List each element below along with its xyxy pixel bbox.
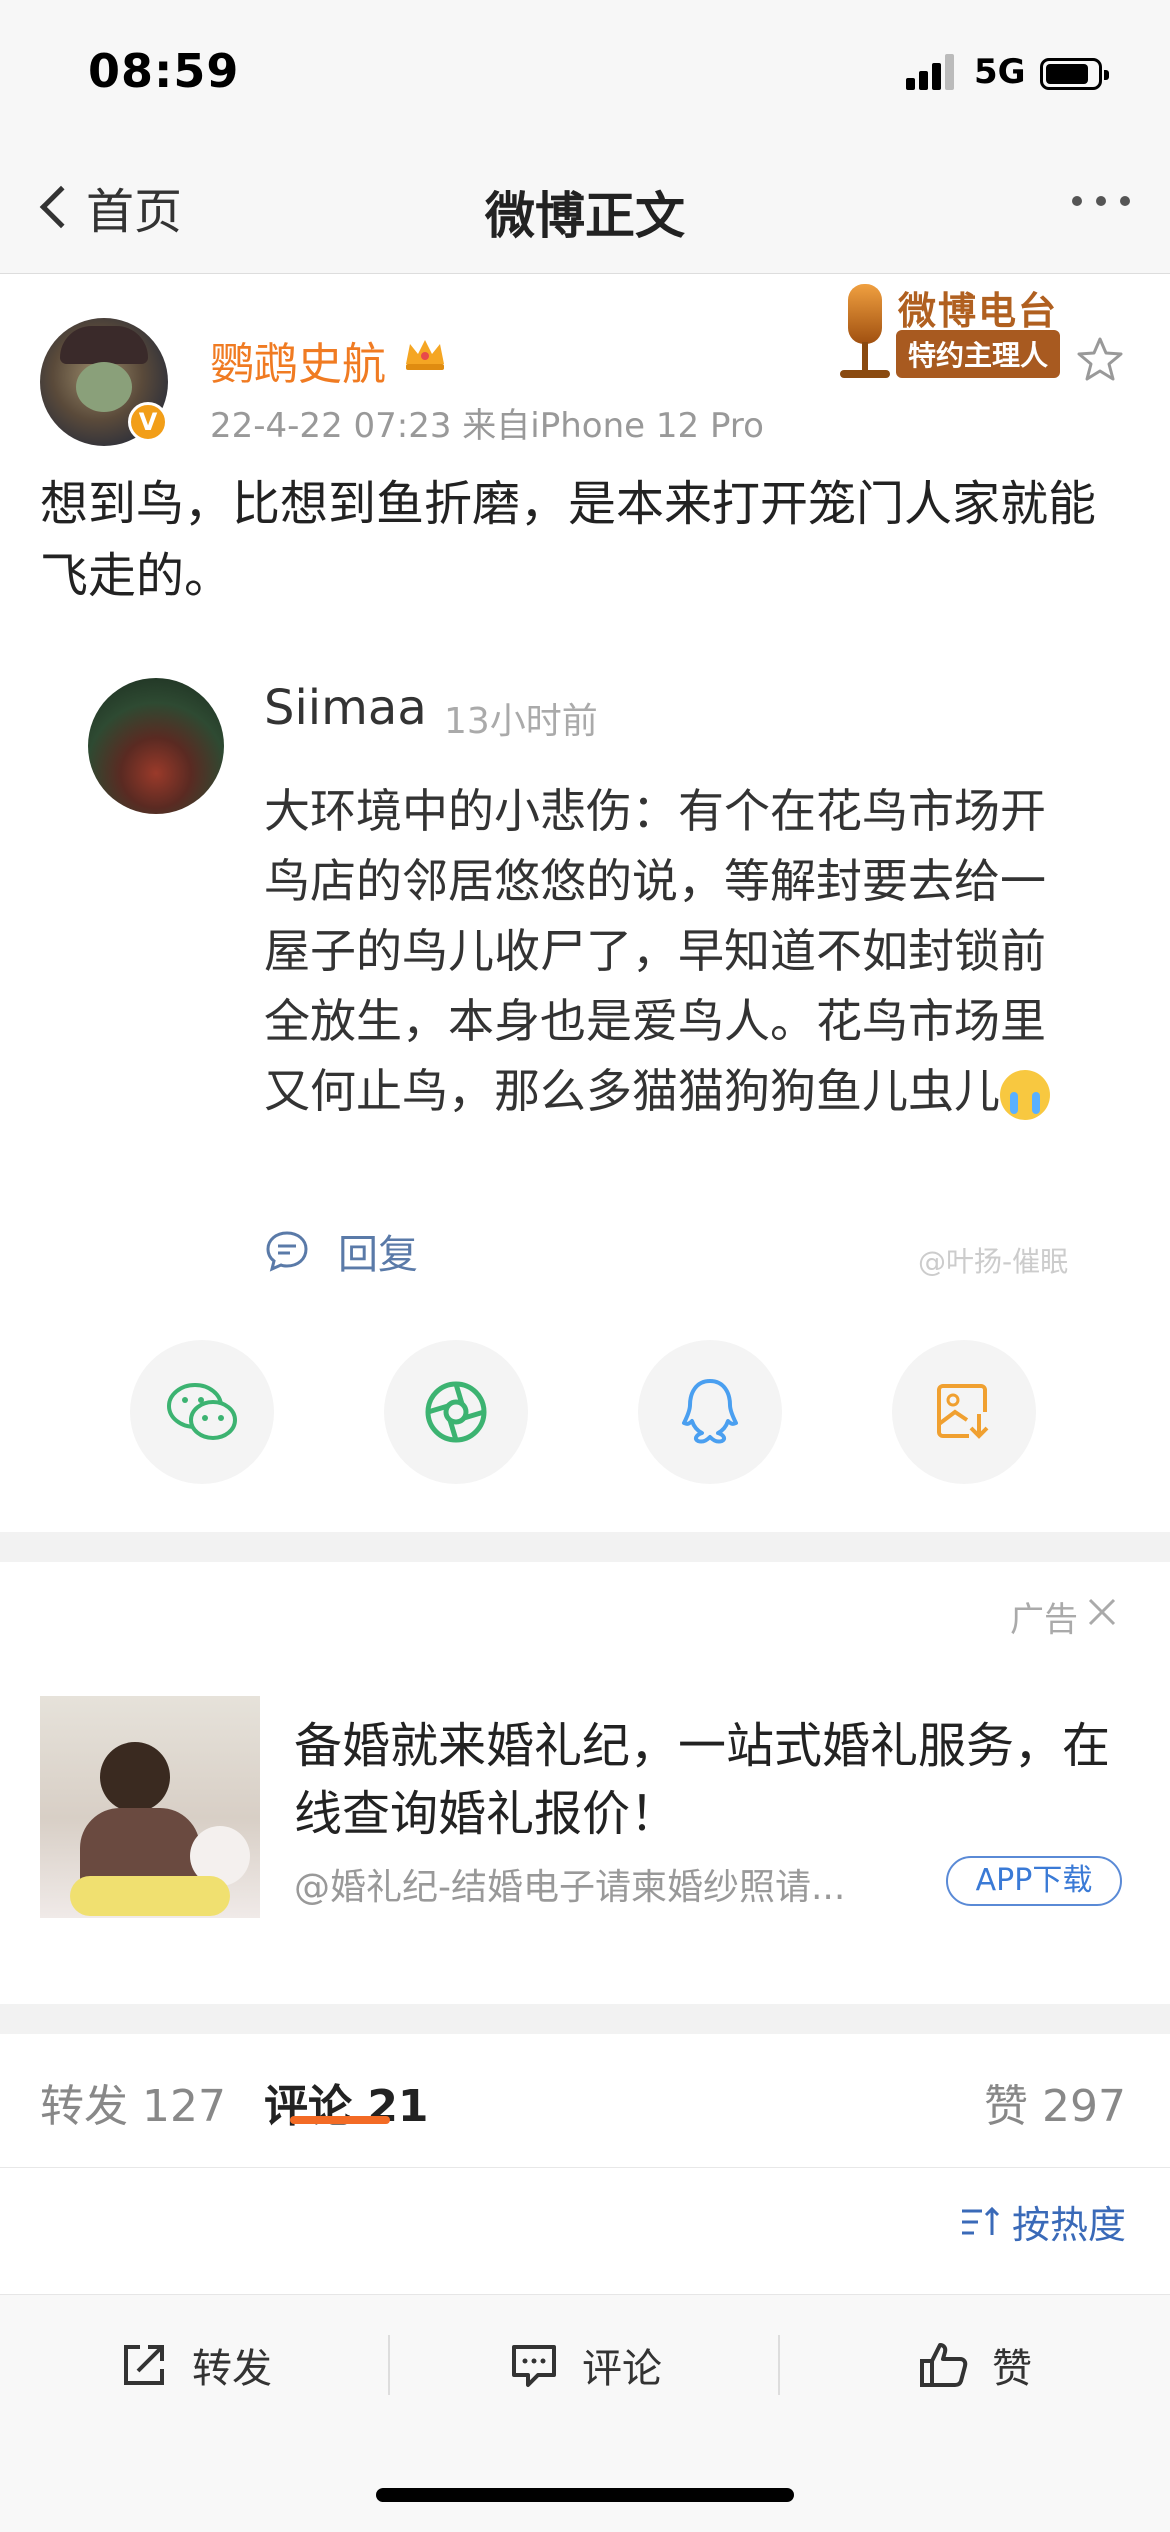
crown-icon: [406, 340, 444, 370]
tab-comment[interactable]: 评论 21: [264, 2070, 429, 2134]
comment-reply-button: 回复: [264, 1222, 418, 1280]
like-label: 赞: [992, 2346, 1032, 2392]
comment-icon: [512, 2345, 556, 2387]
microphone-icon: [848, 284, 882, 344]
comment-text: 大环境中的小悲伤：有个在花鸟市场开鸟店的邻居悠悠的说，等解封要去给一屋子的鸟儿收…: [264, 776, 1084, 1126]
reply-label: 回复: [338, 1232, 418, 1278]
post-meta: 22-4-22 07:23 来自iPhone 12 Pro: [210, 406, 764, 446]
badge-subtitle: 特约主理人: [896, 330, 1061, 378]
post-image[interactable]: Siimaa 13小时前 大环境中的小悲伤：有个在花鸟市场开鸟店的邻居悠悠的说，…: [40, 640, 1130, 1300]
home-indicator: [376, 2488, 794, 2502]
crying-emoji-icon: [1000, 1069, 1050, 1120]
comment-button[interactable]: 评论: [390, 2295, 780, 2435]
ad-source: @婚礼纪-结婚电子请柬婚纱照请...: [294, 1867, 846, 1908]
commenter-name: Siimaa: [264, 680, 427, 736]
reply-bubble-icon: [266, 1231, 308, 1272]
ad-label: 广告: [1010, 1600, 1078, 1640]
ad-title[interactable]: 备婚就来婚礼纪，一站式婚礼服务，在线查询婚礼报价！: [294, 1712, 1124, 1848]
sort-button[interactable]: 按热度: [960, 2194, 1126, 2249]
repost-icon: [124, 2345, 164, 2385]
more-icon[interactable]: [1072, 196, 1130, 206]
share-qq-button[interactable]: [638, 1340, 782, 1484]
share-moments-button[interactable]: [384, 1340, 528, 1484]
post-text: 想到鸟，比想到鱼折磨，是本来打开笼门人家就能飞走的。: [40, 476, 1097, 604]
signal-icon: [906, 54, 958, 90]
author-name[interactable]: 鹦鹉史航: [210, 328, 386, 392]
like-button[interactable]: 赞: [780, 2295, 1170, 2435]
sort-label: 按热度: [1011, 2203, 1126, 2247]
badge-title: 微博电台: [898, 289, 1059, 333]
status-time: 08:59: [88, 44, 240, 98]
repost-label: 转发: [192, 2346, 272, 2392]
commenter-avatar: [88, 678, 224, 814]
verified-badge-icon: V: [128, 402, 168, 442]
nav-bar: 首页 微博正文: [0, 140, 1170, 274]
thumbs-up-icon: [920, 2343, 968, 2387]
image-watermark: @叶扬-催眠: [918, 1245, 1069, 1278]
tab-like[interactable]: 赞 297: [984, 2070, 1126, 2134]
page-title: 微博正文: [485, 187, 685, 245]
tab-bar: 转发 127 评论 21 赞 297: [0, 2034, 1170, 2168]
save-image-icon: [937, 1384, 991, 1440]
save-image-button[interactable]: [892, 1340, 1036, 1484]
status-bar: 08:59 5G: [0, 0, 1170, 140]
section-divider: [0, 2004, 1170, 2034]
section-divider: [0, 1532, 1170, 1562]
repost-button[interactable]: 转发: [0, 2295, 390, 2435]
moments-icon: [425, 1381, 487, 1443]
comment-label: 评论: [582, 2346, 662, 2392]
app-download-button[interactable]: APP下载: [946, 1856, 1122, 1906]
tab-repost[interactable]: 转发 127: [40, 2070, 226, 2134]
active-tab-indicator: [290, 2116, 390, 2124]
radio-host-badge[interactable]: 微博电台 特约主理人: [800, 280, 1090, 390]
network-label: 5G: [974, 52, 1026, 92]
qq-icon: [682, 1379, 738, 1444]
battery-icon: [1040, 58, 1109, 90]
favorite-star-icon[interactable]: [1074, 334, 1126, 386]
share-wechat-button[interactable]: [130, 1340, 274, 1484]
wechat-icon: [167, 1383, 237, 1440]
comment-time: 13小时前: [444, 701, 598, 742]
ad-image[interactable]: [40, 1696, 260, 1918]
close-icon[interactable]: [1086, 1596, 1118, 1628]
comment-body: 大环境中的小悲伤：有个在花鸟市场开鸟店的邻居悠悠的说，等解封要去给一屋子的鸟儿收…: [264, 784, 1046, 1118]
sort-icon: [961, 2206, 1000, 2235]
